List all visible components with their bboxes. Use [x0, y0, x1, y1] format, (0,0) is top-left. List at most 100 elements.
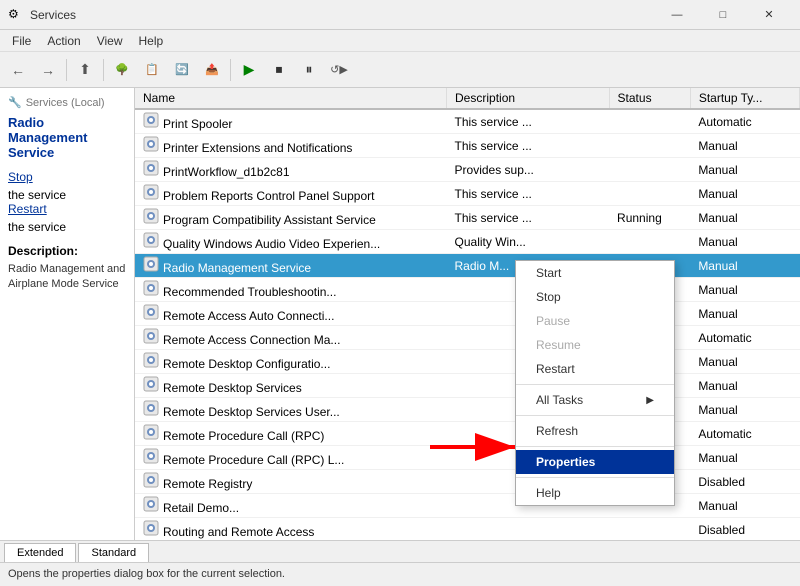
service-name-text: Remote Desktop Configuratio...: [163, 357, 330, 371]
service-startup-text: Manual: [690, 182, 799, 206]
col-header-name[interactable]: Name: [135, 88, 447, 109]
minimize-button[interactable]: —: [654, 0, 700, 30]
context-menu-item-properties[interactable]: Properties: [516, 450, 674, 474]
arrow-annotation: [430, 432, 530, 465]
services-table[interactable]: Name Description Status Startup Ty... Pr…: [135, 88, 800, 540]
context-menu-item-restart[interactable]: Restart: [516, 357, 674, 381]
context-menu-item-all-tasks[interactable]: All Tasks▶: [516, 388, 674, 412]
table-row[interactable]: Problem Reports Control Panel SupportThi…: [135, 182, 800, 206]
description-text: Radio Management and Airplane Mode Servi…: [8, 262, 126, 293]
context-menu-separator: [516, 446, 674, 447]
services-list: Name Description Status Startup Ty... Pr…: [135, 88, 800, 540]
table-row[interactable]: Recommended Troubleshootin...Manual: [135, 278, 800, 302]
service-startup-text: Manual: [690, 494, 799, 518]
table-row[interactable]: Remote Access Connection Ma...RunningAut…: [135, 326, 800, 350]
service-name-text: Problem Reports Control Panel Support: [163, 189, 374, 203]
service-row-icon: [143, 352, 159, 368]
service-startup-text: Automatic: [690, 326, 799, 350]
table-row[interactable]: Remote Access Auto Connecti... Manual: [135, 302, 800, 326]
table-row[interactable]: Program Compatibility Assistant ServiceT…: [135, 206, 800, 230]
menu-view[interactable]: View: [89, 32, 131, 50]
context-menu-separator: [516, 477, 674, 478]
service-row-icon: [143, 448, 159, 464]
service-startup-text: Automatic: [690, 422, 799, 446]
tab-extended[interactable]: Extended: [4, 543, 76, 562]
table-row[interactable]: PrintWorkflow_d1b2c81Provides sup...Manu…: [135, 158, 800, 182]
forward-button[interactable]: →: [34, 56, 62, 84]
service-startup-text: Manual: [690, 134, 799, 158]
context-menu-separator: [516, 415, 674, 416]
context-menu-item-stop[interactable]: Stop: [516, 285, 674, 309]
description-header: Description:: [8, 244, 126, 258]
stop-service-button[interactable]: ⏹: [265, 56, 293, 84]
service-name-text: PrintWorkflow_d1b2c81: [163, 165, 290, 179]
refresh-button[interactable]: 🔄: [168, 56, 196, 84]
service-description-text: This service ...: [447, 206, 610, 230]
col-header-status[interactable]: Status: [609, 88, 690, 109]
service-row-icon: [143, 280, 159, 296]
col-header-startup[interactable]: Startup Ty...: [690, 88, 799, 109]
restart-service-link[interactable]: Restart: [8, 202, 126, 216]
context-menu-item-refresh[interactable]: Refresh: [516, 419, 674, 443]
table-row[interactable]: Print SpoolerThis service ...Automatic: [135, 109, 800, 134]
table-row[interactable]: Routing and Remote AccessDisabled: [135, 518, 800, 541]
service-status-text: [609, 182, 690, 206]
service-name-text: Remote Access Auto Connecti...: [163, 309, 334, 323]
up-button[interactable]: ⬆: [71, 56, 99, 84]
table-row[interactable]: Remote RegistryDisabled: [135, 470, 800, 494]
service-description-text: [447, 518, 610, 541]
properties-button[interactable]: 📋: [138, 56, 166, 84]
service-description-text: Provides sup...: [447, 158, 610, 182]
context-menu: StartStopPauseResumeRestart All Tasks▶ Ref…: [515, 260, 675, 506]
service-name-text: Remote Desktop Services User...: [163, 405, 340, 419]
table-row[interactable]: Printer Extensions and NotificationsThis…: [135, 134, 800, 158]
stop-suffix: the service: [8, 188, 66, 202]
table-row[interactable]: Remote Desktop ServicesManual: [135, 374, 800, 398]
context-menu-item-pause: Pause: [516, 309, 674, 333]
export-button[interactable]: 📤: [198, 56, 226, 84]
show-hide-console-tree[interactable]: 🌳: [108, 56, 136, 84]
menu-action[interactable]: Action: [39, 32, 88, 50]
service-row-icon: [143, 136, 159, 152]
service-name-text: Remote Procedure Call (RPC): [163, 429, 324, 443]
menu-help[interactable]: Help: [131, 32, 172, 50]
context-menu-item-help[interactable]: Help: [516, 481, 674, 505]
table-row[interactable]: Retail Demo...Manual: [135, 494, 800, 518]
service-description-text: Quality Win...: [447, 230, 610, 254]
context-menu-item-resume: Resume: [516, 333, 674, 357]
stop-service-link[interactable]: Stop: [8, 170, 126, 184]
col-header-description[interactable]: Description: [447, 88, 610, 109]
service-row-icon: [143, 208, 159, 224]
start-service-button[interactable]: ▶: [235, 56, 263, 84]
menu-file[interactable]: File: [4, 32, 39, 50]
service-startup-text: Manual: [690, 302, 799, 326]
table-row[interactable]: Radio Management ServiceRadio M...Runnin…: [135, 254, 800, 278]
context-menu-separator: [516, 384, 674, 385]
status-bar: Opens the properties dialog box for the …: [0, 562, 800, 584]
table-row[interactable]: Remote Desktop Services User... Manual: [135, 398, 800, 422]
restart-service-link-container: Restart the service: [8, 202, 126, 234]
restart-service-button[interactable]: ↺▶: [325, 56, 353, 84]
back-button[interactable]: ←: [4, 56, 32, 84]
maximize-button[interactable]: □: [700, 0, 746, 30]
service-status-text: [609, 134, 690, 158]
service-startup-text: Manual: [690, 278, 799, 302]
table-row[interactable]: Quality Windows Audio Video Experien... Q…: [135, 230, 800, 254]
service-row-icon: [143, 112, 159, 128]
service-name-text: Print Spooler: [163, 117, 232, 131]
service-row-icon: [143, 424, 159, 440]
service-row-icon: [143, 400, 159, 416]
left-panel: 🔧 Services (Local) Radio Management Serv…: [0, 88, 135, 540]
service-row-icon: [143, 232, 159, 248]
tab-standard[interactable]: Standard: [78, 543, 149, 562]
pause-service-button[interactable]: ⏸: [295, 56, 323, 84]
service-name-text: Quality Windows Audio Video Experien...: [163, 237, 380, 251]
context-menu-item-start[interactable]: Start: [516, 261, 674, 285]
toolbar-sep-1: [66, 59, 67, 81]
close-button[interactable]: ✕: [746, 0, 792, 30]
bottom-tabs: Extended Standard: [0, 540, 800, 562]
table-row[interactable]: Remote Desktop Configuratio...Manual: [135, 350, 800, 374]
table-header-row: Name Description Status Startup Ty...: [135, 88, 800, 109]
service-startup-text: Manual: [690, 398, 799, 422]
toolbar-sep-3: [230, 59, 231, 81]
